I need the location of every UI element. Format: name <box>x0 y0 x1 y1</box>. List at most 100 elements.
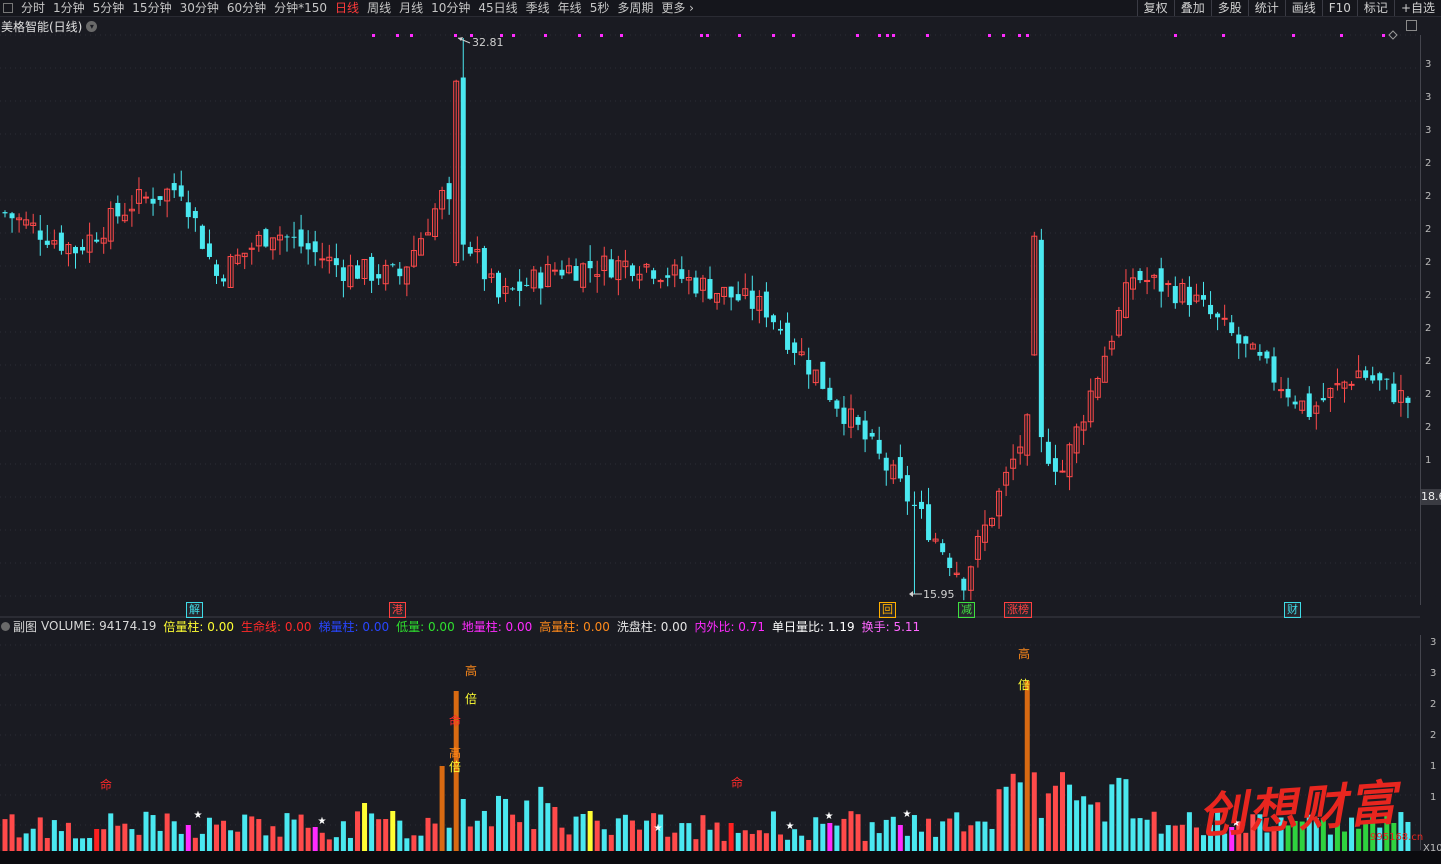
candle <box>1215 311 1221 331</box>
volume-marker-1: 倍 <box>465 692 478 706</box>
tab-13[interactable]: 年线 <box>554 0 586 16</box>
candle <box>1094 376 1101 401</box>
candle <box>121 202 128 223</box>
volume-bar <box>883 819 889 851</box>
volume-bar <box>1165 825 1171 851</box>
tab-2[interactable]: 5分钟 <box>89 0 129 16</box>
star-icon: ★ <box>825 811 834 822</box>
candle <box>1165 280 1172 297</box>
volume-bar <box>1144 819 1150 851</box>
event-marker-0[interactable]: 解 <box>186 602 203 618</box>
volume-bar <box>615 818 621 851</box>
volume-bar <box>199 833 205 851</box>
tool-6[interactable]: 标记 <box>1356 0 1394 16</box>
chevron-down-icon[interactable]: ▾ <box>86 20 98 32</box>
volume-bar <box>256 819 262 851</box>
volume-bar <box>1067 784 1073 851</box>
volume-axis-tick: 3 <box>1430 637 1437 648</box>
candle <box>390 262 396 268</box>
tool-0[interactable]: 复权 <box>1136 0 1174 16</box>
tab-7[interactable]: 日线 <box>331 0 363 16</box>
tab-15[interactable]: 多周期 <box>613 0 657 16</box>
tab-1[interactable]: 1分钟 <box>49 0 89 16</box>
volume-bar <box>249 816 255 851</box>
volume-bar <box>707 829 713 851</box>
volume-bar <box>721 840 727 851</box>
tab-0[interactable]: 分时 <box>17 0 49 16</box>
candle <box>1122 269 1129 319</box>
layout-toggle-icon[interactable] <box>3 3 13 13</box>
candle <box>961 577 967 601</box>
candle <box>1249 342 1256 350</box>
volume-bar <box>347 837 353 851</box>
sub-chart-toggle-icon[interactable] <box>1 621 10 631</box>
event-marker-1[interactable]: 港 <box>389 602 406 618</box>
volume-bar <box>742 830 748 851</box>
tool-5[interactable]: F10 <box>1321 0 1357 16</box>
volume-bar <box>150 815 156 851</box>
grid-lines <box>0 34 1420 826</box>
sub-chart-name[interactable]: 副图 <box>13 618 37 635</box>
signal-dot <box>454 34 457 37</box>
volume-bar <box>1095 802 1101 851</box>
candle <box>566 257 572 275</box>
tab-8[interactable]: 周线 <box>363 0 395 16</box>
signal-dot <box>706 34 709 37</box>
chart-canvas[interactable]: ★★★ ★★ ★★ <box>0 0 1441 864</box>
volume-bar <box>171 821 177 851</box>
legend-item-6: 高量柱: 0.00 <box>539 619 610 634</box>
signal-dot <box>772 34 775 37</box>
tab-12[interactable]: 季线 <box>522 0 554 16</box>
legend-item-1: 倍量柱: 0.00 <box>163 619 234 634</box>
tool-4[interactable]: 画线 <box>1284 0 1322 16</box>
candle <box>150 187 156 216</box>
volume-bar <box>23 833 29 851</box>
tab-11[interactable]: 45日线 <box>474 0 521 16</box>
current-price-box: 18.6 <box>1421 489 1441 505</box>
tab-4[interactable]: 30分钟 <box>176 0 223 16</box>
candle <box>1229 315 1235 336</box>
volume-bar <box>975 821 981 851</box>
volume-bar <box>869 822 875 851</box>
volume-bar <box>9 814 15 851</box>
volume-bar <box>1052 785 1058 851</box>
volume-bar <box>376 819 382 851</box>
tab-9[interactable]: 月线 <box>395 0 427 16</box>
collapse-panel-icon[interactable] <box>1406 20 1417 31</box>
event-marker-3[interactable]: 减 <box>958 602 975 618</box>
price-axis-tick: 3 <box>1425 59 1432 70</box>
event-marker-4[interactable]: 涨榜 <box>1004 602 1032 618</box>
tool-3[interactable]: 统计 <box>1247 0 1285 16</box>
candle <box>735 281 741 302</box>
volume-marker-2: 命 <box>449 714 462 728</box>
tab-6[interactable]: 分钟*150 <box>270 0 331 16</box>
candle <box>1377 371 1383 391</box>
tab-3[interactable]: 15分钟 <box>128 0 175 16</box>
candle <box>284 234 290 252</box>
signal-dot <box>1292 34 1295 37</box>
candle <box>1327 387 1334 412</box>
candle <box>1208 291 1214 319</box>
signal-dot <box>1340 34 1343 37</box>
tool-1[interactable]: 叠加 <box>1173 0 1211 16</box>
candle <box>403 266 410 297</box>
candle <box>100 227 107 254</box>
tab-16[interactable]: 更多 › <box>657 0 698 16</box>
tab-5[interactable]: 60分钟 <box>223 0 270 16</box>
candle <box>1384 378 1390 390</box>
event-marker-2[interactable]: 回 <box>879 602 896 618</box>
event-marker-5[interactable]: 财 <box>1284 602 1301 618</box>
tab-10[interactable]: 10分钟 <box>427 0 474 16</box>
candle <box>615 255 622 296</box>
candle <box>439 186 446 220</box>
candle <box>530 265 537 292</box>
candle <box>820 361 826 390</box>
tab-14[interactable]: 5秒 <box>586 0 614 16</box>
tool-2[interactable]: 多股 <box>1210 0 1248 16</box>
candle <box>51 229 58 249</box>
price-axis-tick: 3 <box>1425 125 1432 136</box>
volume-bar <box>982 821 988 851</box>
legend-item-7: 洗盘柱: 0.00 <box>616 619 688 634</box>
signal-dot <box>1222 34 1225 37</box>
tool-7[interactable]: +自选 <box>1393 0 1441 16</box>
